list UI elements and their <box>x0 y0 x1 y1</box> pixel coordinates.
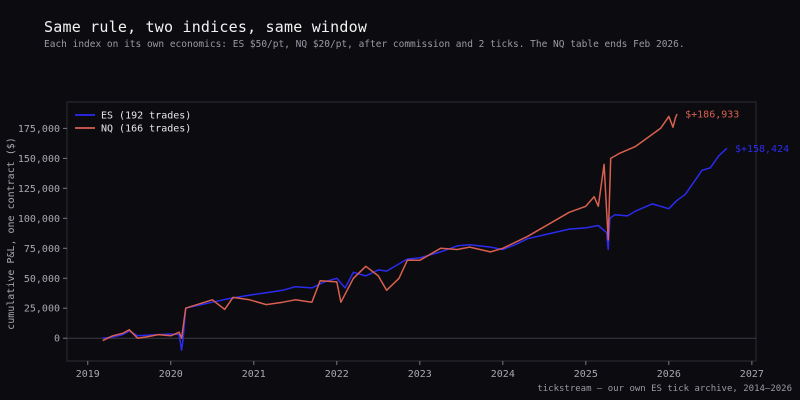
y-tick-label: 75,000 <box>24 244 60 255</box>
x-tick-label: 2024 <box>491 369 515 380</box>
x-tick-label: 2023 <box>408 369 432 380</box>
x-tick-label: 2019 <box>76 369 100 380</box>
y-tick-label: 125,000 <box>18 184 60 195</box>
y-tick-label: 0 <box>54 334 60 345</box>
y-tick-label: 25,000 <box>24 304 60 315</box>
x-tick-label: 2020 <box>159 369 183 380</box>
es-end-label: $+158,424 <box>735 144 789 155</box>
y-tick-label: 50,000 <box>24 274 60 285</box>
nq-end-label: $+186,933 <box>685 110 739 121</box>
x-tick-label: 2026 <box>657 369 681 380</box>
nq-legend-label: NQ (166 trades) <box>101 124 191 135</box>
x-tick-label: 2025 <box>574 369 598 380</box>
x-tick-label: 2021 <box>242 369 266 380</box>
x-tick-label: 2022 <box>325 369 349 380</box>
y-tick-label: 175,000 <box>18 124 60 135</box>
y-tick-label: 100,000 <box>18 214 60 225</box>
plot-frame <box>66 101 757 362</box>
source-footnote: tickstream — our own ES tick archive, 20… <box>537 384 792 394</box>
pnl-chart: 0 25,000 50,000 75,000 100,000 125,000 150,000… <box>6 101 789 380</box>
y-axis-label: cumulative P&L, one contract ($) <box>6 137 17 330</box>
x-tick-label: 2027 <box>740 369 764 380</box>
es-series-line <box>102 147 728 351</box>
es-legend-label: ES (192 trades) <box>101 111 191 122</box>
y-tick-label: 150,000 <box>18 154 60 165</box>
